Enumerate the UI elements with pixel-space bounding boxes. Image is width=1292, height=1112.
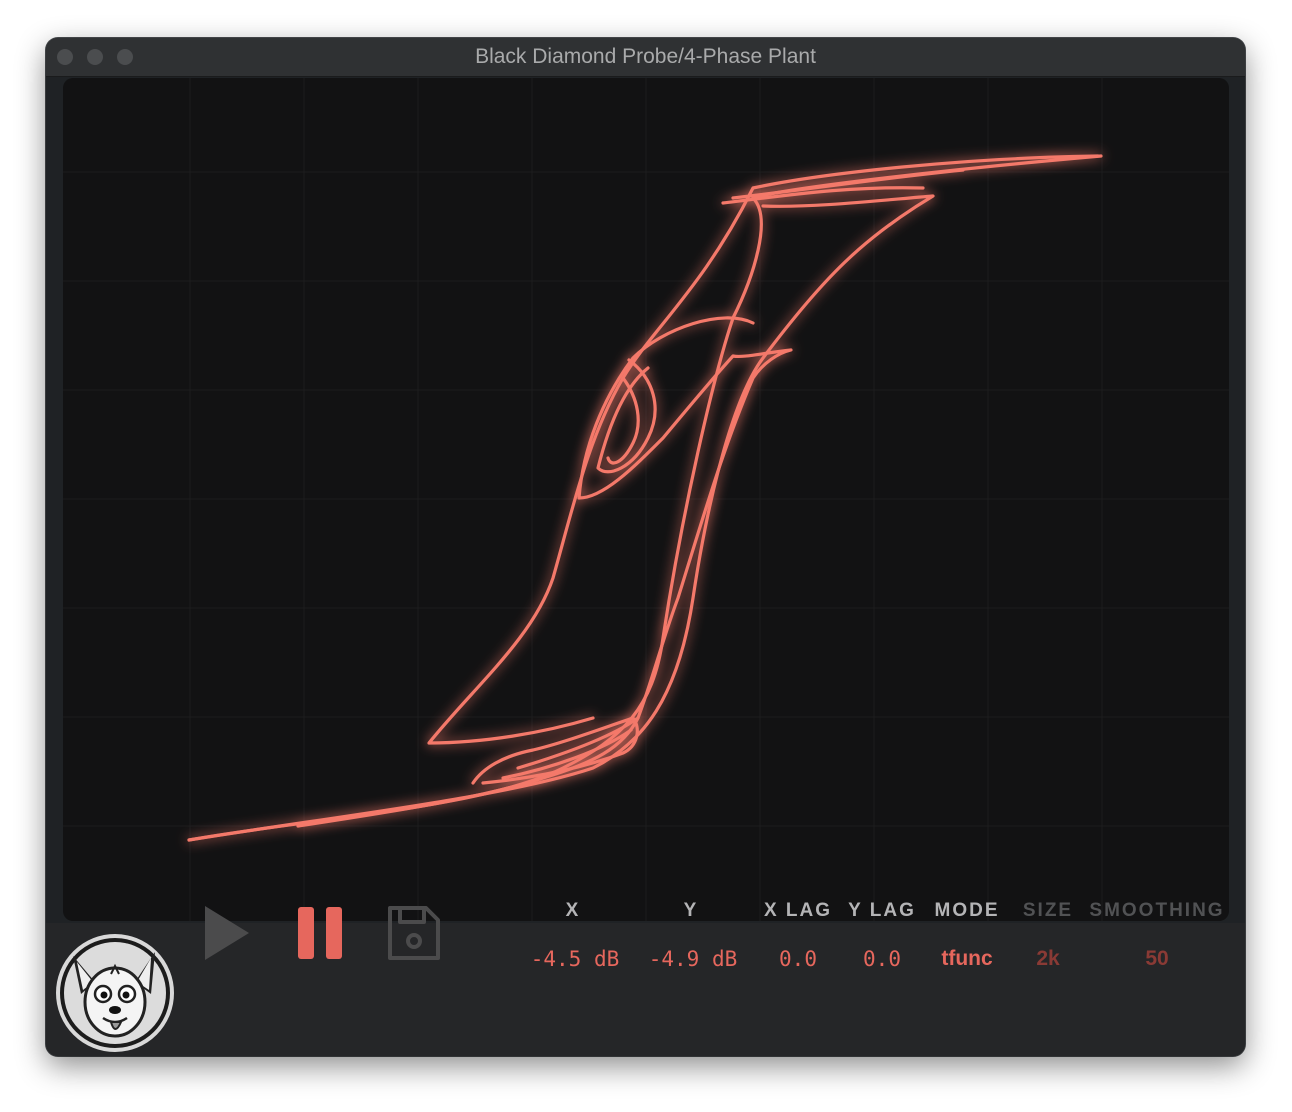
mode-label: MODE — [934, 900, 1000, 921]
play-icon — [205, 906, 249, 960]
play-button[interactable] — [201, 904, 251, 962]
pause-icon — [298, 907, 342, 959]
smoothing-value[interactable]: 50 — [1117, 947, 1197, 971]
size-value[interactable]: 2k — [1013, 947, 1083, 971]
window-title: Black Diamond Probe/4-Phase Plant — [475, 45, 816, 68]
size-label: SIZE — [1022, 900, 1074, 921]
scope-grid — [63, 78, 1229, 921]
smoothing-label: SMOOTHING — [1089, 900, 1225, 921]
y-value[interactable]: -4.9 dB — [638, 947, 748, 971]
x-lag-label: X LAG — [763, 900, 833, 921]
y-label: Y — [683, 900, 699, 921]
mode-value[interactable]: tfunc — [922, 947, 1012, 971]
y-lag-label: Y LAG — [848, 900, 916, 921]
x-value[interactable]: -4.5 dB — [520, 947, 630, 971]
xy-trace-plot — [63, 78, 1229, 921]
title-bar[interactable]: Black Diamond Probe/4-Phase Plant — [46, 38, 1245, 77]
oscilloscope-display — [63, 78, 1229, 921]
save-button[interactable] — [386, 904, 442, 962]
pause-button[interactable] — [296, 906, 346, 960]
x-lag-value[interactable]: 0.0 — [757, 947, 839, 971]
xy-trace — [187, 154, 1103, 842]
x-label: X — [565, 900, 581, 921]
y-lag-value[interactable]: 0.0 — [841, 947, 923, 971]
dog-mascot-logo-icon — [56, 934, 174, 1052]
floppy-disk-icon — [388, 906, 440, 960]
